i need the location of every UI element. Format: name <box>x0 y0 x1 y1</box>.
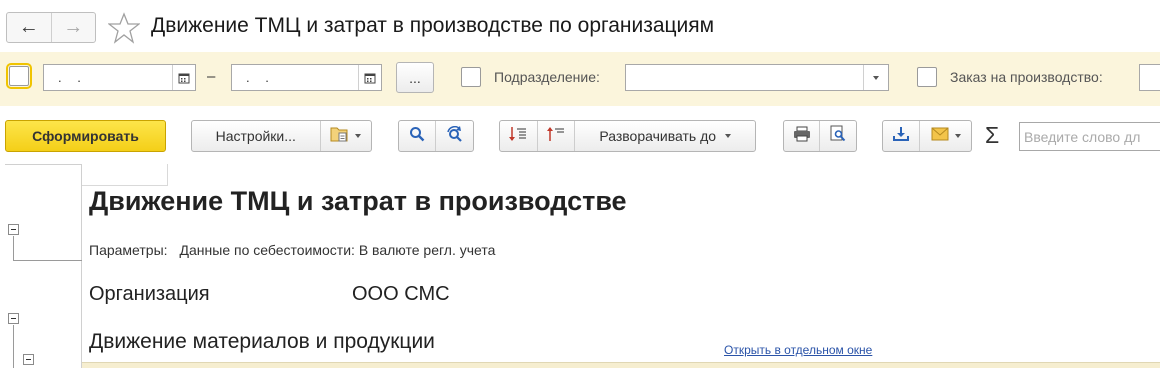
date-to-field[interactable]: . . <box>231 64 382 91</box>
date-from-value: . . <box>58 70 87 85</box>
params-label: Параметры: <box>89 242 168 258</box>
calendar-icon[interactable] <box>172 65 195 90</box>
division-checkbox[interactable] <box>461 67 481 87</box>
period-checkbox[interactable] <box>6 63 32 89</box>
window-title: Движение ТМЦ и затрат в производстве по … <box>151 14 715 37</box>
table-header-row <box>82 362 1160 368</box>
order-label: Заказ на производство: <box>950 69 1103 85</box>
find-group <box>398 120 474 152</box>
division-field[interactable] <box>625 64 889 91</box>
sum-icon[interactable]: Σ <box>985 122 999 149</box>
expand-rows-icon <box>547 126 565 147</box>
params-value: Данные по себестоимости: В валюте регл. … <box>179 242 496 258</box>
organization-label: Организация <box>89 283 210 305</box>
print-button[interactable] <box>784 121 819 151</box>
envelope-icon <box>931 127 949 146</box>
organization-value: ООО СМС <box>352 283 450 305</box>
expand-to-label: Разворачивать до <box>599 128 717 144</box>
settings-button[interactable]: Настройки... <box>192 121 320 151</box>
search-icon <box>409 126 425 147</box>
collapse-toggle-icon[interactable] <box>8 313 19 324</box>
calendar-icon[interactable] <box>358 65 381 90</box>
report-header-strip <box>82 164 168 186</box>
settings-group: Настройки... <box>191 120 372 152</box>
period-select-button[interactable]: ... <box>396 62 434 93</box>
dropdown-arrow-icon[interactable] <box>863 65 888 90</box>
navigation-buttons: ← → <box>6 12 96 43</box>
open-in-window-link[interactable]: Открыть в отдельном окне <box>724 343 872 357</box>
print-preview-button[interactable] <box>819 121 856 151</box>
favorite-star-icon[interactable] <box>107 12 141 44</box>
generate-button[interactable]: Сформировать <box>5 120 166 152</box>
search-input[interactable]: Введите слово дл <box>1019 122 1160 151</box>
expand-all-button[interactable] <box>536 121 575 151</box>
find-button[interactable] <box>399 121 435 151</box>
collapse-all-button[interactable] <box>500 121 537 151</box>
export-group <box>882 120 972 152</box>
grouping-panel <box>5 164 82 368</box>
back-button[interactable]: ← <box>7 13 51 42</box>
expand-to-dropdown[interactable]: Разворачивать до <box>574 121 755 151</box>
date-to-value: . . <box>246 70 275 85</box>
section-title: Движение материалов и продукции <box>89 330 435 353</box>
tree-line <box>13 260 82 261</box>
chevron-down-icon <box>725 134 732 138</box>
collapse-rows-icon <box>509 126 527 147</box>
variants-folder-icon <box>330 125 350 148</box>
search-next-icon <box>446 125 464 147</box>
order-field[interactable] <box>1139 64 1160 91</box>
arrow-left-icon: ← <box>18 16 39 38</box>
tree-line <box>13 236 14 261</box>
forward-button[interactable]: → <box>50 13 96 42</box>
division-label: Подразделение: <box>494 69 600 85</box>
find-next-button[interactable] <box>435 121 473 151</box>
tree-line <box>13 325 14 368</box>
report-parameters: Параметры: Данные по себестоимости: В вал… <box>89 242 495 258</box>
date-range-dash: – <box>207 68 216 85</box>
arrow-right-icon: → <box>63 16 84 38</box>
date-from-field[interactable]: . . <box>43 64 196 91</box>
printer-icon <box>793 126 811 147</box>
chevron-down-icon <box>954 134 961 138</box>
report-variants-button[interactable] <box>319 121 371 151</box>
print-preview-icon <box>830 125 846 147</box>
report-title: Движение ТМЦ и затрат в производстве <box>89 186 627 216</box>
save-button[interactable] <box>883 121 919 151</box>
send-email-button[interactable] <box>919 121 971 151</box>
grouping-group: Разворачивать до <box>499 120 756 152</box>
order-checkbox[interactable] <box>917 67 937 87</box>
collapse-toggle-icon[interactable] <box>8 224 19 235</box>
print-group <box>783 120 857 152</box>
collapse-toggle-icon[interactable] <box>23 354 34 365</box>
chevron-down-icon <box>355 134 362 138</box>
download-icon <box>892 126 910 147</box>
